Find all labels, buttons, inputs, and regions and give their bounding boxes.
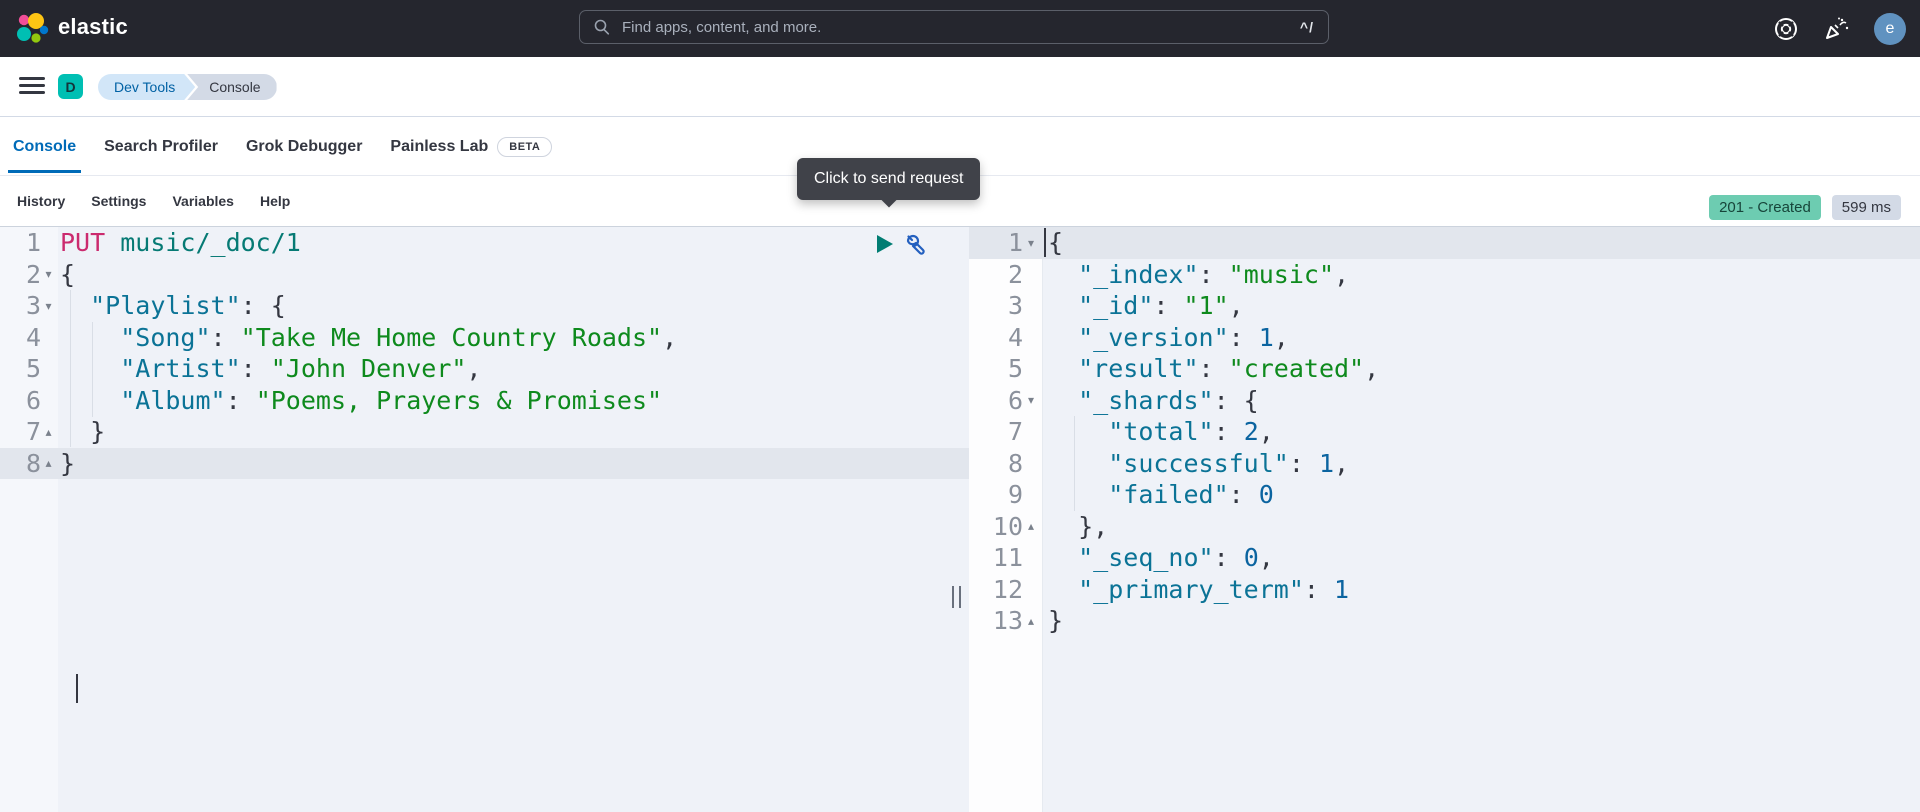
menu-help[interactable]: Help bbox=[260, 193, 290, 209]
breadcrumb-console[interactable]: Console bbox=[187, 74, 276, 100]
gutter-line: 5 bbox=[969, 353, 1043, 385]
menu-variables[interactable]: Variables bbox=[172, 193, 234, 209]
console-editor-area: 12▾3▾4567▴8▴ PUT music/_doc/1{ "Playlist… bbox=[0, 226, 1920, 812]
menu-icon[interactable] bbox=[19, 77, 45, 95]
gutter-line: 6 bbox=[0, 385, 58, 417]
gutter-line: 10▴ bbox=[969, 511, 1043, 543]
gutter-line: 1▾ bbox=[969, 227, 1043, 259]
tab-search-profiler[interactable]: Search Profiler bbox=[99, 118, 223, 175]
code-line[interactable]: "_seq_no": 0, bbox=[1048, 542, 1920, 574]
code-line[interactable]: "Song": "Take Me Home Country Roads", bbox=[60, 322, 959, 354]
fold-toggle-icon[interactable]: ▴ bbox=[41, 425, 56, 439]
gutter-line: 13▴ bbox=[969, 605, 1043, 637]
response-status: 201 - Created 599 ms bbox=[1709, 195, 1901, 220]
request-gutter: 12▾3▾4567▴8▴ bbox=[0, 227, 58, 479]
breadcrumb-dev-tools[interactable]: Dev Tools bbox=[98, 74, 195, 100]
gutter-line: 9 bbox=[969, 479, 1043, 511]
breadcrumb: Dev Tools Console bbox=[98, 74, 277, 100]
request-code[interactable]: PUT music/_doc/1{ "Playlist": { "Song": … bbox=[60, 227, 959, 479]
code-line[interactable]: }, bbox=[1048, 511, 1920, 543]
code-line[interactable]: PUT music/_doc/1 bbox=[60, 227, 959, 259]
search-shortcut-hint: ^/ bbox=[1300, 19, 1314, 35]
code-line[interactable]: { bbox=[60, 259, 959, 291]
send-request-tooltip: Click to send request bbox=[797, 158, 980, 200]
user-avatar[interactable]: e bbox=[1874, 13, 1906, 45]
search-icon bbox=[594, 19, 610, 35]
tab-painless-lab[interactable]: Painless Lab BETA bbox=[385, 118, 557, 175]
response-gutter: 1▾23456▾78910▴111213▴ bbox=[969, 227, 1043, 637]
search-input[interactable] bbox=[620, 18, 1290, 37]
code-line[interactable]: "Playlist": { bbox=[60, 290, 959, 322]
code-line[interactable]: "failed": 0 bbox=[1048, 479, 1920, 511]
fold-toggle-icon[interactable]: ▴ bbox=[1023, 614, 1039, 628]
code-line[interactable]: } bbox=[1048, 605, 1920, 637]
request-editor[interactable]: 12▾3▾4567▴8▴ PUT music/_doc/1{ "Playlist… bbox=[0, 227, 969, 812]
code-line[interactable]: "successful": 1, bbox=[1048, 448, 1920, 480]
gutter-line: 2▾ bbox=[0, 259, 58, 291]
beta-badge: BETA bbox=[497, 137, 552, 157]
gutter-line: 7 bbox=[969, 416, 1043, 448]
response-cursor bbox=[1044, 228, 1046, 257]
gutter-line: 8 bbox=[969, 448, 1043, 480]
code-line[interactable]: "_primary_term": 1 bbox=[1048, 574, 1920, 606]
gutter-line: 4 bbox=[969, 322, 1043, 354]
tab-console[interactable]: Console bbox=[8, 118, 81, 175]
gutter-line: 1 bbox=[0, 227, 58, 259]
status-code-badge: 201 - Created bbox=[1709, 195, 1821, 220]
gutter-line: 3 bbox=[969, 290, 1043, 322]
code-line[interactable]: } bbox=[60, 448, 959, 480]
fold-toggle-icon[interactable]: ▾ bbox=[41, 299, 56, 313]
gutter-line: 5 bbox=[0, 353, 58, 385]
gutter-line: 7▴ bbox=[0, 416, 58, 448]
fold-toggle-icon[interactable]: ▾ bbox=[1023, 393, 1039, 407]
tab-grok-debugger[interactable]: Grok Debugger bbox=[241, 118, 367, 175]
help-icon[interactable] bbox=[1773, 16, 1799, 42]
code-line[interactable]: "_version": 1, bbox=[1048, 322, 1920, 354]
gutter-line: 4 bbox=[0, 322, 58, 354]
menu-settings[interactable]: Settings bbox=[91, 193, 146, 209]
code-line[interactable]: "_id": "1", bbox=[1048, 290, 1920, 322]
news-party-popper-icon[interactable] bbox=[1823, 15, 1850, 42]
code-line[interactable]: { bbox=[1048, 227, 1920, 259]
global-search[interactable]: ^/ bbox=[579, 10, 1329, 44]
code-line[interactable]: "Album": "Poems, Prayers & Promises" bbox=[60, 385, 959, 417]
breadcrumb-bar: D Dev Tools Console bbox=[0, 57, 1920, 117]
request-cursor bbox=[76, 674, 78, 703]
code-line[interactable]: "_shards": { bbox=[1048, 385, 1920, 417]
fold-toggle-icon[interactable]: ▾ bbox=[1023, 236, 1039, 250]
gutter-line: 8▴ bbox=[0, 448, 58, 480]
gutter-line: 6▾ bbox=[969, 385, 1043, 417]
tab-painless-lab-label: Painless Lab bbox=[390, 138, 488, 156]
fold-toggle-icon[interactable]: ▴ bbox=[1023, 519, 1039, 533]
brand-name[interactable]: elastic bbox=[58, 14, 128, 40]
gutter-line: 3▾ bbox=[0, 290, 58, 322]
global-header: elastic ^/ e bbox=[0, 0, 1920, 57]
code-line[interactable]: "total": 2, bbox=[1048, 416, 1920, 448]
gutter-line: 11 bbox=[969, 542, 1043, 574]
code-line[interactable]: "_index": "music", bbox=[1048, 259, 1920, 291]
fold-toggle-icon[interactable]: ▴ bbox=[41, 456, 56, 470]
space-badge[interactable]: D bbox=[58, 74, 83, 99]
gutter-line: 2 bbox=[969, 259, 1043, 291]
menu-history[interactable]: History bbox=[17, 193, 65, 209]
pane-resize-handle[interactable] bbox=[952, 586, 961, 608]
response-time-badge: 599 ms bbox=[1832, 195, 1901, 220]
send-request-play-icon[interactable] bbox=[875, 233, 895, 255]
elastic-logo-icon[interactable] bbox=[14, 11, 50, 47]
response-code[interactable]: { "_index": "music", "_id": "1", "_versi… bbox=[1048, 227, 1920, 637]
code-line[interactable]: "result": "created", bbox=[1048, 353, 1920, 385]
code-line[interactable]: } bbox=[60, 416, 959, 448]
request-options-wrench-icon[interactable] bbox=[904, 232, 927, 255]
code-line[interactable]: "Artist": "John Denver", bbox=[60, 353, 959, 385]
fold-toggle-icon[interactable]: ▾ bbox=[41, 267, 56, 281]
gutter-line: 12 bbox=[969, 574, 1043, 606]
